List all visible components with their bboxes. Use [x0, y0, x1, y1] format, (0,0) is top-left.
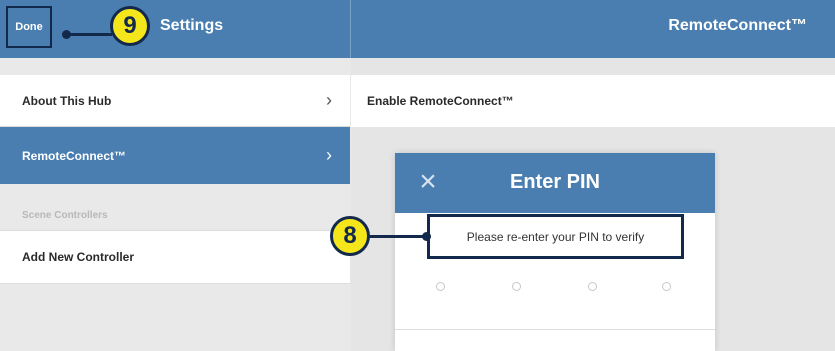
chevron-right-icon: ›	[326, 90, 332, 110]
sidebar-item-label: RemoteConnect™	[22, 148, 127, 163]
enable-remoteconnect-label: Enable RemoteConnect™	[367, 94, 514, 108]
done-button[interactable]: Done	[6, 6, 52, 48]
callout-badge-9: 9	[110, 6, 150, 46]
sidebar-item-about-this-hub[interactable]: About This Hub ›	[0, 75, 350, 127]
chevron-right-icon: ›	[326, 145, 332, 165]
sidebar-item-label: Add New Controller	[22, 250, 135, 264]
callout-badge-8: 8	[330, 216, 370, 256]
dialog-header: × Enter PIN	[395, 153, 715, 213]
remoteconnect-title: RemoteConnect™	[668, 17, 807, 34]
section-label-scene-controllers: Scene Controllers	[22, 210, 108, 221]
dialog-title: Enter PIN	[509, 171, 601, 193]
pin-digit-indicator	[436, 282, 445, 291]
pin-digit-indicator	[512, 282, 521, 291]
callout-leader-line	[66, 33, 112, 36]
sidebar-item-remoteconnect[interactable]: RemoteConnect™ ›	[0, 127, 350, 184]
dialog-divider	[395, 329, 715, 330]
header-divider	[350, 0, 351, 58]
callout-leader-line	[368, 235, 426, 238]
enable-remoteconnect-row[interactable]: Enable RemoteConnect™	[351, 75, 835, 127]
pin-prompt-text: Please re-enter your PIN to verify	[427, 214, 684, 259]
sidebar-item-add-new-controller[interactable]: Add New Controller	[0, 230, 350, 284]
sidebar-item-label: About This Hub	[22, 93, 112, 108]
settings-title: Settings	[160, 17, 224, 34]
pin-digit-indicator	[588, 282, 597, 291]
pin-digit-indicator	[662, 282, 671, 291]
callout-leader-dot	[422, 232, 431, 241]
sidebar: About This Hub › RemoteConnect™ › Scene …	[0, 58, 350, 351]
